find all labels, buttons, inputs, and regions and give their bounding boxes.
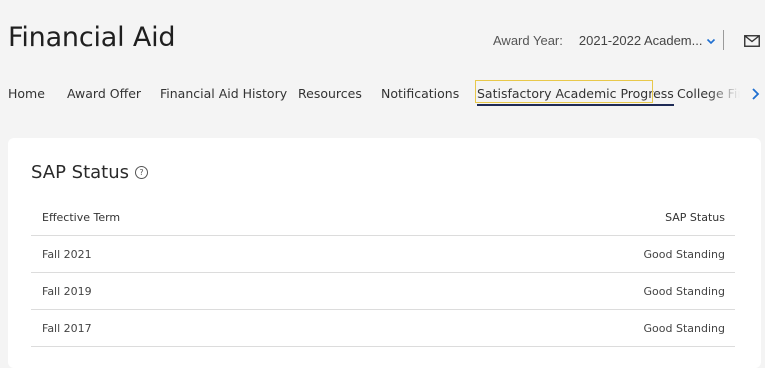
tab-overflow-fade [708,78,748,110]
award-year-value: 2021-2022 Academ... [578,33,703,48]
tab-notifications[interactable]: Notifications [381,86,459,101]
page-title: Financial Aid [8,22,176,53]
award-year-label: Award Year: [493,33,563,48]
header-divider [723,30,724,50]
effective-term-cell: Fall 2021 [42,247,92,261]
sap-status-cell: Good Standing [643,284,725,298]
column-header-sap-status: SAP Status [665,211,725,224]
table-row: Fall 2021 Good Standing [31,236,735,273]
column-header-effective-term: Effective Term [42,211,121,224]
tab-award-offer[interactable]: Award Offer [67,86,141,101]
tab-bar: Home Award Offer Financial Aid History R… [0,78,748,110]
tab-financial-aid-history[interactable]: Financial Aid History [160,86,287,101]
sap-status-cell: Good Standing [643,321,725,335]
table-row: Fall 2017 Good Standing [31,310,735,347]
tab-resources[interactable]: Resources [298,86,362,101]
tab-satisfactory-academic-progress[interactable]: Satisfactory Academic Progress [477,86,674,106]
chevron-right-icon[interactable] [750,87,760,101]
sap-status-title: SAP Status [31,162,130,183]
tab-home[interactable]: Home [8,86,45,101]
sap-status-card: SAP Status ? Effective Term SAP Status F… [8,138,761,368]
sap-status-heading: SAP Status ? [31,162,149,183]
table-row: Fall 2019 Good Standing [31,273,735,310]
chevron-down-icon [707,38,716,44]
effective-term-cell: Fall 2019 [42,284,92,298]
sap-status-cell: Good Standing [643,247,725,261]
sap-status-table: Effective Term SAP Status Fall 2021 Good… [31,200,735,347]
effective-term-cell: Fall 2017 [42,321,92,335]
award-year-selector-group: Award Year: 2021-2022 Academ... [493,33,716,48]
award-year-dropdown[interactable]: 2021-2022 Academ... [579,33,717,48]
table-header-row: Effective Term SAP Status [31,200,735,236]
envelope-icon[interactable] [744,35,760,47]
question-circle-icon[interactable]: ? [135,166,149,179]
